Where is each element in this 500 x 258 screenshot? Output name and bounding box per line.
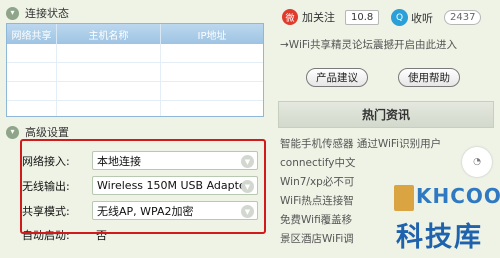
column-header: 主机名称	[57, 24, 161, 44]
collapse-icon[interactable]: ▾	[6, 125, 19, 139]
table-row[interactable]	[7, 44, 263, 63]
follow-count: 10.8	[345, 9, 380, 25]
connection-table: 网络共享 主机名称 IP地址	[6, 23, 264, 117]
watermark-brand: KHCOO	[416, 184, 500, 208]
right-panel: 微 加关注 10.8 Q 收听 2437 →WiFi共享精灵论坛震撼开启由此进入…	[276, 0, 500, 258]
left-panel: ▾ 连接状态 网络共享 主机名称 IP地址 ▾ 高级设置 网络接入: 本地连接	[0, 0, 268, 258]
table-header: 网络共享 主机名称 IP地址	[7, 24, 263, 44]
table-row[interactable]	[7, 101, 263, 116]
forum-link[interactable]: →WiFi共享精灵论坛震撼开启由此进入	[280, 37, 457, 52]
hot-news-header: 热门资讯	[278, 101, 494, 128]
column-header: IP地址	[197, 30, 227, 42]
chat-bubble-icon: ◔	[462, 147, 492, 177]
watermark: ◔ KHCOO 科技库	[394, 147, 500, 258]
advanced-settings-title: 高级设置	[25, 126, 69, 139]
weibo-icon: 微	[282, 9, 298, 25]
table-row[interactable]	[7, 82, 263, 101]
book-icon	[394, 185, 414, 211]
usage-help-button[interactable]: 使用帮助	[398, 68, 460, 87]
qq-collect[interactable]: Q 收听 2437	[391, 9, 482, 26]
table-row[interactable]	[7, 63, 263, 82]
weibo-follow[interactable]: 微 加关注 10.8	[282, 9, 380, 25]
connection-status-title: 连接状态	[25, 7, 69, 20]
watermark-cn: 科技库	[396, 222, 483, 253]
column-header: 网络共享	[7, 24, 57, 44]
highlight-box	[20, 139, 266, 234]
collect-button[interactable]: 收听	[411, 10, 433, 26]
follow-button[interactable]: 加关注	[302, 9, 335, 25]
connection-status-header[interactable]: ▾ 连接状态	[6, 5, 69, 21]
collect-count: 2437	[444, 10, 482, 25]
app-window: ▾ 连接状态 网络共享 主机名称 IP地址 ▾ 高级设置 网络接入: 本地连接	[0, 0, 500, 258]
product-suggestion-button[interactable]: 产品建议	[306, 68, 368, 87]
qq-icon: Q	[391, 9, 408, 26]
collapse-icon[interactable]: ▾	[6, 6, 19, 20]
advanced-settings-header[interactable]: ▾ 高级设置	[6, 124, 69, 140]
